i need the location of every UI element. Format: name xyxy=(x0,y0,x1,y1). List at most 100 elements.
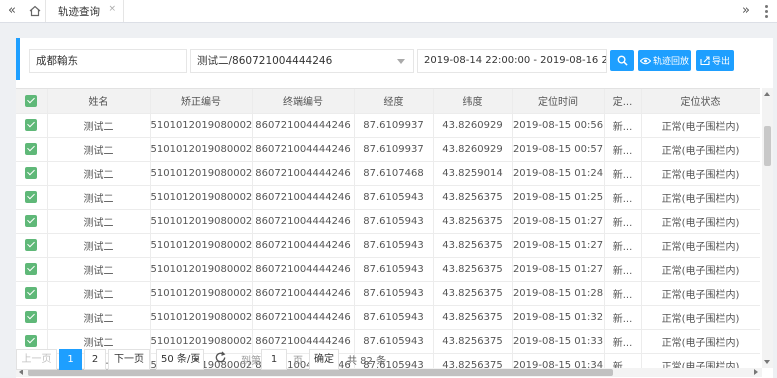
row-checkbox[interactable] xyxy=(16,113,48,138)
row-checkbox[interactable] xyxy=(16,233,48,258)
table-row[interactable]: 测试二510101201908000286072100444424687.610… xyxy=(16,137,760,162)
next-page-button[interactable]: 下一页 xyxy=(108,349,150,370)
table-cell: 正常(电子围栏内) xyxy=(641,209,760,234)
column-header[interactable]: 矫正编号 xyxy=(150,89,253,114)
name-input[interactable]: 成都翰东 xyxy=(29,49,187,73)
column-header[interactable]: 姓名 xyxy=(47,89,151,114)
accent-bar xyxy=(16,38,20,80)
table-cell: 87.6109937 xyxy=(354,113,434,138)
table-cell: 87.6107468 xyxy=(354,161,434,186)
close-icon[interactable]: × xyxy=(108,4,116,14)
pagination: 上一页 1 2 下一页 50 条/页 到第 1 页 确定 共 82 条 xyxy=(16,349,756,371)
refresh-icon[interactable] xyxy=(214,351,227,364)
table-cell: 43.8256375 xyxy=(433,281,513,306)
table-cell: 87.6105943 xyxy=(354,185,434,210)
table-cell: 测试二 xyxy=(47,305,151,330)
table-cell: 新... xyxy=(604,161,642,186)
filter-bar: 成都翰东 测试二/860721004444246 2019-08-14 22:0… xyxy=(16,38,773,80)
table-cell: 测试二 xyxy=(47,281,151,306)
checkbox-checked-icon xyxy=(25,311,38,323)
checkbox-checked-icon xyxy=(25,263,38,275)
scroll-up-icon[interactable] xyxy=(764,92,770,96)
track-replay-button[interactable]: 轨迹回放 xyxy=(638,50,691,71)
row-checkbox[interactable] xyxy=(16,305,48,330)
table-cell: 5101012019080002 xyxy=(150,233,253,258)
table-cell: 43.8260929 xyxy=(433,137,513,162)
device-select[interactable]: 测试二/860721004444246 xyxy=(190,49,414,73)
table-cell: 测试二 xyxy=(47,137,151,162)
column-header[interactable]: 定... xyxy=(604,89,642,114)
row-checkbox[interactable] xyxy=(16,257,48,282)
confirm-button[interactable]: 确定 xyxy=(309,349,339,370)
table-cell: 5101012019080002 xyxy=(150,209,253,234)
table-row[interactable]: 测试二510101201908000286072100444424687.610… xyxy=(16,113,760,138)
vertical-scrollbar[interactable] xyxy=(762,88,773,368)
table-cell: 87.6105943 xyxy=(354,305,434,330)
row-checkbox[interactable] xyxy=(16,185,48,210)
tab-track-query[interactable]: 轨迹查询 × xyxy=(46,0,124,22)
table-cell: 5101012019080002 xyxy=(150,257,253,282)
page-size-select[interactable]: 50 条/页 xyxy=(156,349,204,370)
table-row[interactable]: 测试二510101201908000286072100444424687.610… xyxy=(16,257,760,282)
table-cell: 测试二 xyxy=(47,185,151,210)
menu-icon[interactable] xyxy=(760,2,772,20)
goto-page-input[interactable]: 1 xyxy=(261,349,287,370)
page-2-button[interactable]: 2 xyxy=(84,349,106,370)
time-range-input[interactable]: 2019-08-14 22:00:00 - 2019-08-16 23:00:0… xyxy=(417,49,607,73)
select-all-checkbox[interactable] xyxy=(16,89,48,114)
column-header[interactable]: 经度 xyxy=(354,89,434,114)
table-cell: 正常(电子围栏内) xyxy=(641,281,760,306)
row-checkbox[interactable] xyxy=(16,281,48,306)
page-unit-label: 页 xyxy=(293,356,303,367)
table-row[interactable]: 测试二510101201908000286072100444424687.610… xyxy=(16,185,760,210)
table-cell: 860721004444246 xyxy=(252,161,355,186)
scroll-thumb[interactable] xyxy=(764,126,771,166)
column-header[interactable]: 终端编号 xyxy=(252,89,355,114)
table-row[interactable]: 测试二510101201908000286072100444424687.610… xyxy=(16,281,760,306)
table-cell: 新... xyxy=(604,137,642,162)
table-cell: 2019-08-15 01:27 xyxy=(512,233,605,258)
checkbox-checked-icon xyxy=(25,287,38,299)
table-cell: 2019-08-15 01:27 xyxy=(512,257,605,282)
tab-scroll-right-button[interactable]: » xyxy=(737,2,755,20)
table-cell: 2019-08-15 00:56 xyxy=(512,113,605,138)
row-checkbox[interactable] xyxy=(16,161,48,186)
column-header[interactable]: 定位状态 xyxy=(641,89,760,114)
page-1-button[interactable]: 1 xyxy=(59,349,82,370)
table-cell: 2019-08-15 00:57 xyxy=(512,137,605,162)
table-cell: 43.8256375 xyxy=(433,305,513,330)
column-header[interactable]: 纬度 xyxy=(433,89,513,114)
table-cell: 43.8256375 xyxy=(433,185,513,210)
table-cell: 43.8256375 xyxy=(433,257,513,282)
row-checkbox[interactable] xyxy=(16,209,48,234)
table-cell: 2019-08-15 01:24 xyxy=(512,161,605,186)
column-header[interactable]: 定位时间 xyxy=(512,89,605,114)
table-row[interactable]: 测试二510101201908000286072100444424687.610… xyxy=(16,305,760,330)
scroll-down-icon[interactable] xyxy=(764,360,770,364)
table-cell: 测试二 xyxy=(47,257,151,282)
row-checkbox[interactable] xyxy=(16,137,48,162)
table-cell: 正常(电子围栏内) xyxy=(641,233,760,258)
table-cell: 43.8256375 xyxy=(433,209,513,234)
table-cell: 2019-08-15 01:28 xyxy=(512,281,605,306)
table-row[interactable]: 测试二510101201908000286072100444424687.610… xyxy=(16,209,760,234)
export-button[interactable]: 导出 xyxy=(696,50,734,71)
table-cell: 860721004444246 xyxy=(252,257,355,282)
checkbox-checked-icon xyxy=(25,215,38,227)
table-cell: 2019-08-15 01:32 xyxy=(512,305,605,330)
device-select-value: 测试二/860721004444246 xyxy=(197,55,333,67)
table-header-row: 姓名 矫正编号 终端编号 经度 纬度 定位时间 定... 定位状态 xyxy=(16,89,760,114)
table-cell: 正常(电子围栏内) xyxy=(641,185,760,210)
checkbox-checked-icon xyxy=(25,239,38,251)
home-tab[interactable] xyxy=(24,0,46,22)
tab-scroll-left-button[interactable]: « xyxy=(3,2,21,20)
search-button[interactable] xyxy=(610,50,634,71)
table-cell: 5101012019080002 xyxy=(150,281,253,306)
table-row[interactable]: 测试二510101201908000286072100444424687.610… xyxy=(16,161,760,186)
table-cell: 5101012019080002 xyxy=(150,137,253,162)
table-cell: 正常(电子围栏内) xyxy=(641,257,760,282)
table-row[interactable]: 测试二510101201908000286072100444424687.610… xyxy=(16,233,760,258)
table-cell: 新... xyxy=(604,113,642,138)
prev-page-button[interactable]: 上一页 xyxy=(16,349,57,370)
eye-icon xyxy=(639,57,651,64)
